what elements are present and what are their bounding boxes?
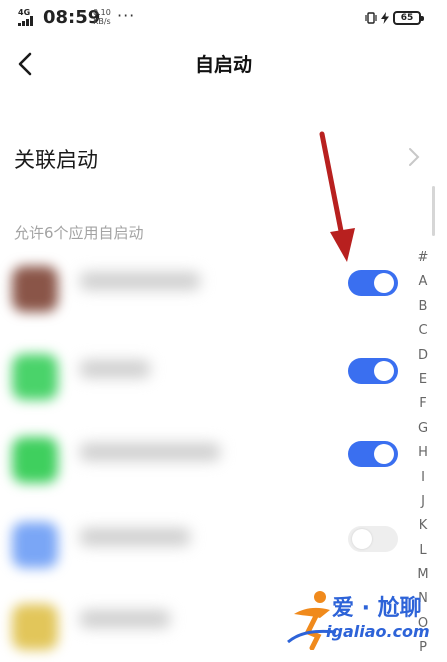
app-row	[0, 508, 410, 580]
index-letter[interactable]: #	[414, 246, 432, 270]
autostart-toggle[interactable]	[348, 526, 398, 552]
app-icon	[12, 437, 58, 483]
app-name-blurred	[80, 528, 190, 546]
signal-icon	[18, 16, 38, 26]
app-icon	[12, 522, 58, 568]
system-icons: 65	[365, 9, 424, 27]
battery-icon: 65	[393, 11, 424, 25]
status-time: 08:59	[43, 7, 101, 28]
watermark-domain: igaliao.com	[326, 622, 430, 641]
speed-value: 0.10	[93, 8, 111, 17]
related-start-label: 关联启动	[14, 148, 98, 172]
app-row	[0, 423, 410, 495]
app-name-blurred	[80, 443, 220, 461]
index-letter[interactable]: F	[414, 392, 432, 416]
status-bar: 4G 08:59 0.10 KB/s ··· 65	[0, 0, 447, 34]
index-letter[interactable]: K	[414, 514, 432, 538]
index-letter[interactable]: D	[414, 344, 432, 368]
index-letter[interactable]: M	[414, 563, 432, 587]
more-notifications-icon: ···	[117, 6, 136, 25]
app-icon	[12, 266, 58, 312]
app-name-blurred	[80, 360, 150, 378]
index-letter[interactable]: C	[414, 319, 432, 343]
page-title: 自启动	[194, 54, 252, 76]
app-name-blurred	[80, 272, 200, 290]
related-start-row[interactable]: 关联启动	[0, 132, 430, 184]
watermark-logo: 爱 · 尬聊 igaliao.com	[286, 586, 444, 654]
toggle-knob	[374, 444, 394, 464]
app-icon	[12, 354, 58, 400]
speed-unit: KB/s	[93, 17, 111, 26]
charging-icon	[381, 12, 389, 24]
app-name-blurred	[80, 610, 170, 628]
app-row	[0, 340, 410, 412]
section-header: 允许6个应用自启动	[14, 224, 144, 242]
index-letter[interactable]: H	[414, 441, 432, 465]
toggle-knob	[374, 361, 394, 381]
network-speed: 0.10 KB/s	[93, 8, 111, 26]
vibrate-icon	[365, 12, 377, 24]
app-icon	[12, 604, 58, 650]
index-letter[interactable]: J	[414, 490, 432, 514]
index-letter[interactable]: L	[414, 539, 432, 563]
watermark-brand: 爱 · 尬聊	[332, 596, 422, 621]
index-letter[interactable]: G	[414, 417, 432, 441]
autostart-toggle[interactable]	[348, 441, 398, 467]
toggle-knob	[374, 273, 394, 293]
scrollbar[interactable]	[432, 186, 435, 236]
index-letter[interactable]: B	[414, 295, 432, 319]
autostart-toggle[interactable]	[348, 358, 398, 384]
autostart-toggle[interactable]	[348, 270, 398, 296]
index-letter[interactable]: A	[414, 270, 432, 294]
chevron-right-icon	[409, 148, 420, 166]
index-letter[interactable]: E	[414, 368, 432, 392]
index-letter[interactable]: I	[414, 466, 432, 490]
app-row	[0, 252, 410, 324]
toggle-knob	[352, 529, 372, 549]
